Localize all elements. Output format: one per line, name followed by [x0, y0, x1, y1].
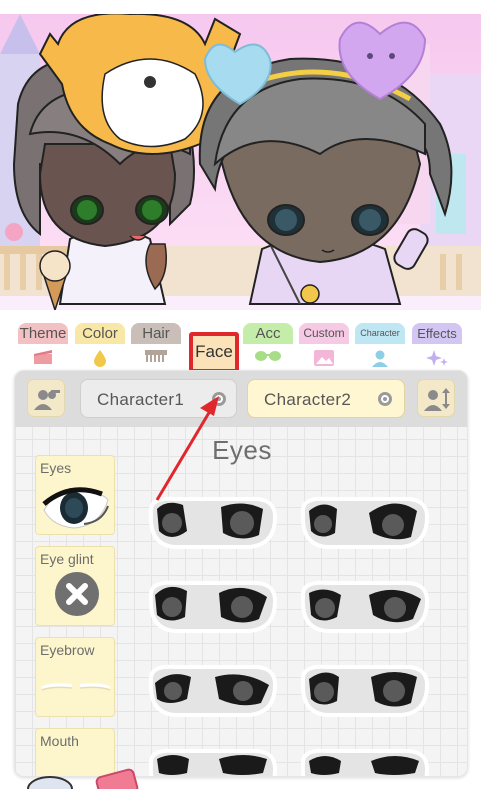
- bottom-decoration: [0, 767, 481, 789]
- app-screen: Theme Color Hair Face Acc Custom Charact…: [0, 0, 481, 789]
- annotation-arrow: [155, 396, 219, 501]
